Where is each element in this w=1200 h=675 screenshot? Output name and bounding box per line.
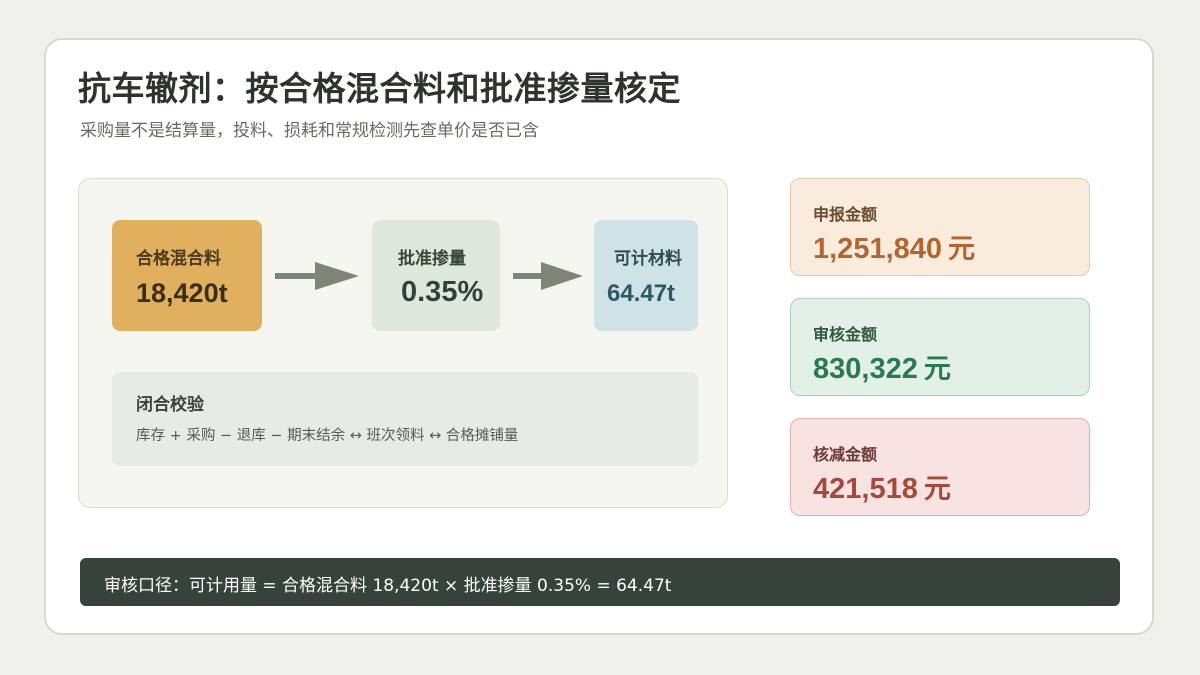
reduced-amount-value: 421,518 元 <box>813 473 951 505</box>
closure-check-box: 闭合校验 库存 + 采购 − 退库 − 期末结余 ↔ 班次领料 ↔ 合格摊铺量 <box>112 372 698 466</box>
approved-amount-value: 830,322 元 <box>813 353 951 385</box>
declared-amount-label: 申报金额 <box>813 205 878 224</box>
reduced-amount-label: 核减金额 <box>813 445 878 464</box>
page-title: 抗车辙剂：按合格混合料和批准掺量核定 <box>78 69 681 108</box>
approved-rate-label: 批准掺量 <box>398 249 466 269</box>
qualified-mix-label: 合格混合料 <box>136 249 221 269</box>
approved-rate-box: 批准掺量 0.35% <box>372 220 500 331</box>
billable-material-label: 可计材料 <box>614 249 682 269</box>
audit-basis-text: 审核口径：可计用量 = 合格混合料 18,420t × 批准掺量 0.35% =… <box>104 576 672 596</box>
currency-unit: 元 <box>923 474 951 505</box>
approved-rate-value: 0.35% <box>401 276 484 308</box>
currency-unit: 元 <box>923 354 951 385</box>
reduced-amount-card: 核减金额 421,518 元 <box>790 418 1090 516</box>
right-arrow-icon <box>275 262 359 290</box>
qualified-mix-box: 合格混合料 18,420t <box>112 220 262 331</box>
currency-unit: 元 <box>948 234 976 265</box>
qualified-mix-value: 18,420t <box>136 278 228 308</box>
approved-amount-card: 审核金额 830,322 元 <box>790 298 1090 396</box>
declared-amount-value: 1,251,840 元 <box>813 233 976 265</box>
billable-material-box: 可计材料 64.47t <box>594 220 698 331</box>
closure-check-formula: 库存 + 采购 − 退库 − 期末结余 ↔ 班次领料 ↔ 合格摊铺量 <box>136 428 519 444</box>
audit-basis-bar: 审核口径：可计用量 = 合格混合料 18,420t × 批准掺量 0.35% =… <box>80 558 1120 606</box>
page-subtitle: 采购量不是结算量，投料、损耗和常规检测先查单价是否已含 <box>80 121 539 141</box>
declared-amount-card: 申报金额 1,251,840 元 <box>790 178 1090 276</box>
closure-check-heading: 闭合校验 <box>136 395 204 415</box>
approved-amount-label: 审核金额 <box>813 325 878 344</box>
billable-material-value: 64.47t <box>607 280 676 307</box>
right-arrow-icon <box>513 262 583 290</box>
